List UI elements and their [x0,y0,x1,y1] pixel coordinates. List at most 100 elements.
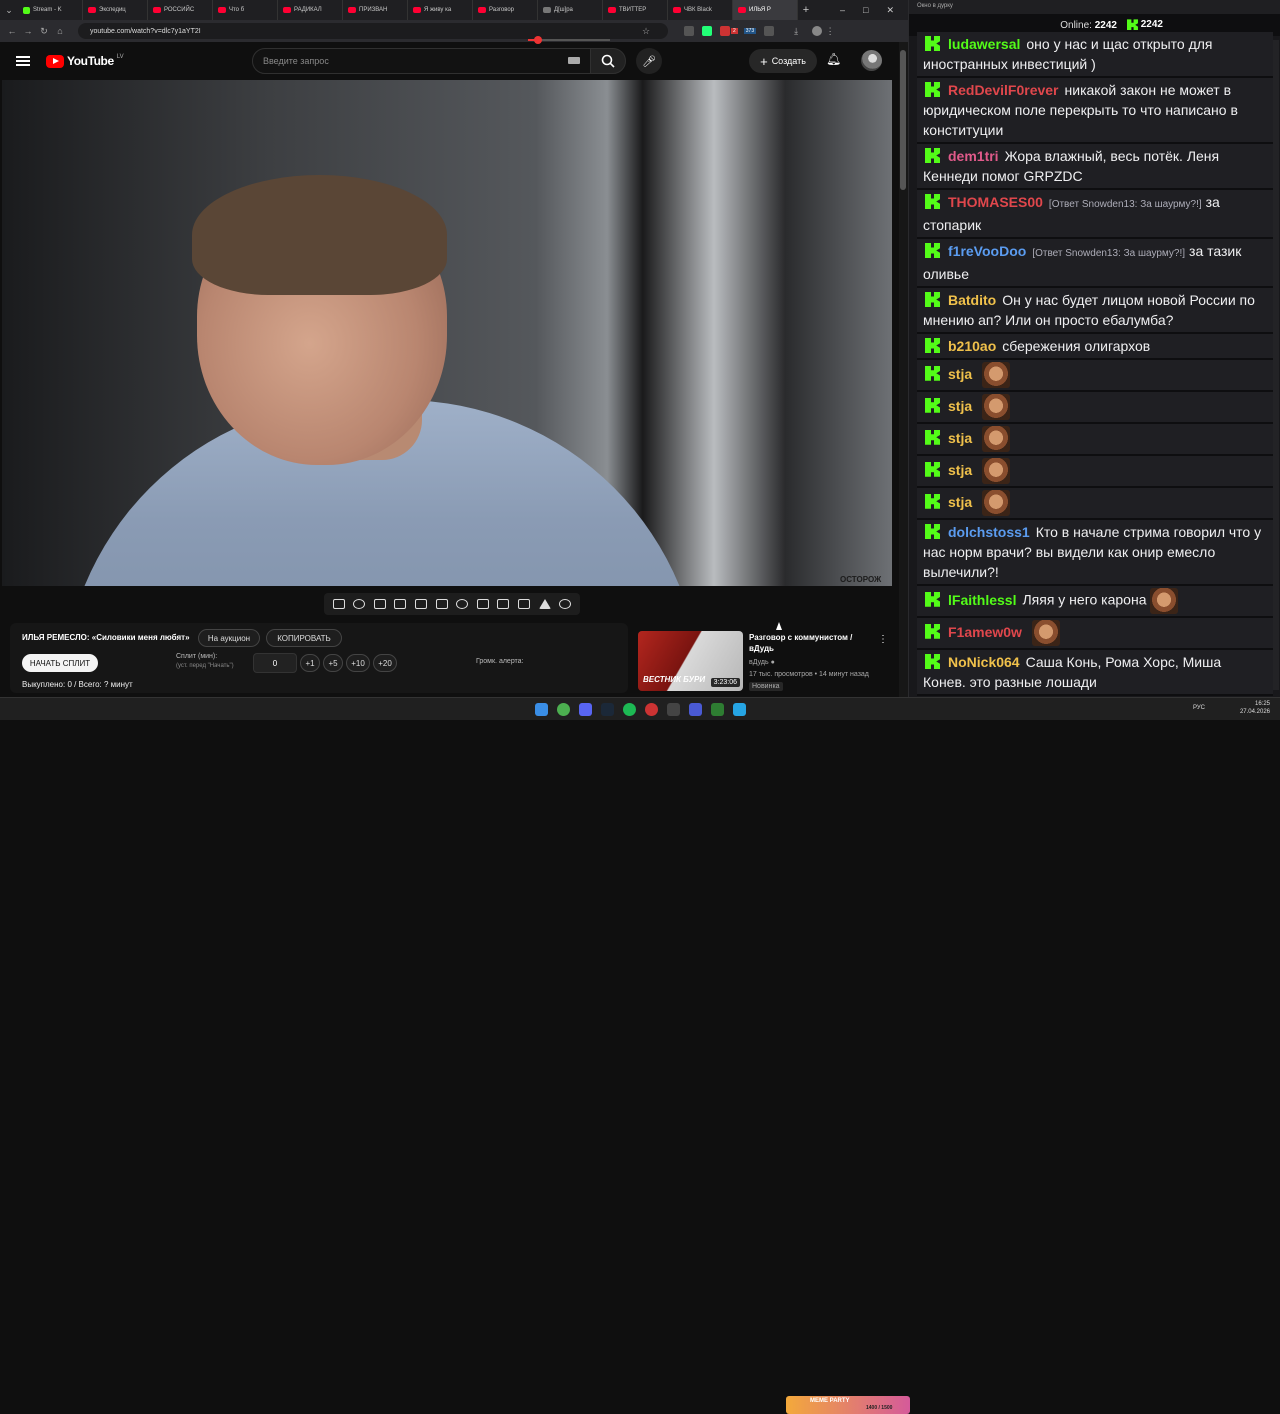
increment-1-button[interactable]: +1 [300,654,320,672]
browser-tab[interactable]: ИЛЬЯ Р [733,0,798,20]
browser-tab[interactable]: Я живу ка [408,0,473,20]
settings-gear-icon[interactable] [559,599,572,609]
channel-name[interactable]: вДудь ● [749,659,775,666]
new-tab-button[interactable]: + [798,4,814,16]
clock[interactable]: 16:25 27.04.2026 [1240,700,1270,716]
player-icon[interactable] [689,703,702,716]
speedometer-icon[interactable] [456,599,469,609]
browser-tab[interactable]: ПРИЗВАН [343,0,408,20]
browser-tab[interactable]: РОССИЙС [148,0,213,20]
chat-username[interactable]: lFaithlessl [948,592,1016,608]
broadcast-icon[interactable] [353,599,366,609]
increment-10-button[interactable]: +10 [346,654,370,672]
discord-icon[interactable] [579,703,592,716]
extension-icon[interactable] [702,26,712,36]
back-icon[interactable]: ← [4,26,20,36]
auction-button[interactable]: На аукцион [198,629,260,647]
chat-username[interactable]: dolchstoss1 [948,524,1030,540]
steam-icon[interactable] [601,703,614,716]
browser-tab[interactable]: Экспедиц [83,0,148,20]
video-thumbnail[interactable]: ВЕСТНИК БУРИ 3:23:06 [638,631,743,691]
close-button[interactable]: ✕ [886,5,894,16]
extension-icon[interactable] [684,26,694,36]
chat-username[interactable]: stja [948,462,972,478]
emote-image [982,458,1011,484]
notifications-bell-icon[interactable]: 🔔︎ [826,52,841,66]
windows-start-icon[interactable] [535,703,548,716]
chat-username[interactable]: stja [948,494,972,510]
url-field[interactable]: youtube.com/watch?v=dlc7y1aYT2I [78,23,668,39]
meme-party-widget[interactable]: MEME PARTY 1400 / 1500 [786,1396,910,1414]
browser-tab[interactable]: Stream - K [18,0,83,20]
video-player[interactable] [2,80,892,586]
more-options-icon[interactable]: ⋮ [878,634,888,645]
search-input[interactable]: Введите запрос [252,48,592,74]
start-split-button[interactable]: НАЧАТЬ СПЛИТ [22,654,98,672]
flask-icon[interactable] [538,599,551,609]
browser-tab[interactable]: Д[ш]ра [538,0,603,20]
spotify-icon[interactable] [623,703,636,716]
browser-tab[interactable]: РАДИКАЛ [278,0,343,20]
browser-tab[interactable]: ЧВК Black [668,0,733,20]
chat-username[interactable]: Batdito [948,292,996,308]
resize-icon[interactable] [497,599,510,609]
extensions-puzzle-icon[interactable] [764,26,775,36]
chat-scrollbar[interactable] [1273,40,1279,690]
menu-hamburger-icon[interactable] [16,56,30,66]
app-icon[interactable] [645,703,658,716]
film-strip-icon[interactable] [435,599,448,609]
recommended-video[interactable]: ВЕСТНИК БУРИ 3:23:06 Разговор с коммунис… [638,629,898,695]
voice-search-button[interactable]: 🎤︎ [636,48,662,74]
scrollbar-thumb[interactable] [900,50,906,190]
chat-username[interactable]: THOMASES00 [948,194,1043,210]
create-button[interactable]: + Создать [749,49,817,73]
minimize-button[interactable]: – [840,5,845,16]
add-screen-icon[interactable] [476,599,489,609]
chrome-icon[interactable] [557,703,570,716]
chat-username[interactable]: F1amew0w [948,624,1022,640]
camera-eye-icon[interactable] [373,599,386,609]
increment-20-button[interactable]: +20 [373,654,397,672]
tab-search-icon[interactable]: ⌄ [0,0,18,20]
home-icon[interactable]: ⌂ [52,26,68,36]
app-icon[interactable] [711,703,724,716]
screenshot-camera-icon[interactable] [518,599,531,609]
chat-username[interactable]: b210ao [948,338,996,354]
film-icon[interactable] [394,599,407,609]
chat-message-list[interactable]: ludawersal оно у нас и щас открыто для ин… [917,32,1273,697]
chat-username[interactable]: RedDevilF0rever [948,82,1059,98]
chat-username[interactable]: NoNick064 [948,654,1020,670]
copy-button[interactable]: КОПИРОВАТЬ [266,629,342,647]
maximize-button[interactable]: □ [863,5,868,16]
chat-username[interactable]: f1reVooDoo [948,243,1026,259]
increment-5-button[interactable]: +5 [323,654,343,672]
keyboard-icon[interactable] [568,57,580,64]
bookmark-star-icon[interactable]: ☆ [638,26,654,37]
pip-icon[interactable] [415,599,428,609]
profile-icon[interactable] [812,26,823,36]
chat-username[interactable]: stja [948,430,972,446]
menu-icon[interactable]: ⋮ [822,26,838,37]
browser-tab[interactable]: Что б [213,0,278,20]
forward-icon[interactable]: → [20,26,36,36]
avatar[interactable] [861,50,882,71]
kick-badge-icon [925,461,940,477]
alert-volume-knob[interactable] [533,36,542,44]
input-language[interactable]: РУС [1193,705,1205,711]
chat-username[interactable]: stja [948,398,972,414]
chat-username[interactable]: ludawersal [948,36,1020,52]
browser-tab[interactable]: ТВИТТЕР [603,0,668,20]
app-icon[interactable] [667,703,680,716]
search-button[interactable] [590,48,626,74]
reload-icon[interactable]: ↻ [36,26,52,37]
split-minutes-input[interactable]: 0 [253,653,297,673]
chat-username[interactable]: stja [948,366,972,382]
recommended-title[interactable]: Разговор с коммунистом / вДудь [749,632,869,654]
loop-icon[interactable] [332,599,345,609]
extension-icon[interactable] [720,26,730,36]
telegram-icon[interactable] [733,703,746,716]
youtube-logo[interactable]: YouTube LV [46,54,124,68]
chat-username[interactable]: dem1tri [948,148,999,164]
browser-tab[interactable]: Разговор [473,0,538,20]
download-icon[interactable]: ⤓ [788,26,804,37]
